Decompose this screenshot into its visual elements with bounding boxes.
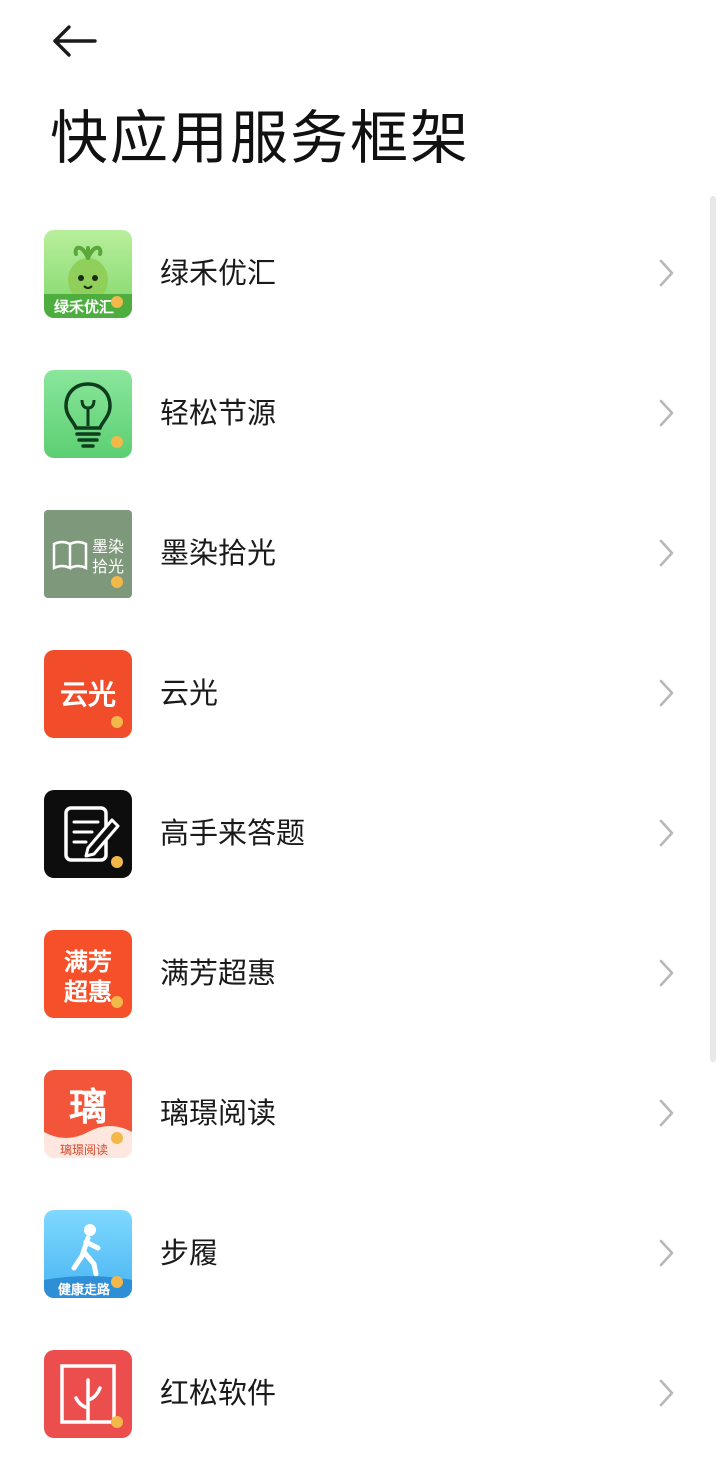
app-label: 满芳超惠 (160, 956, 277, 990)
list-item-hongsong-ruanjian[interactable]: 红松软件 (0, 1325, 720, 1465)
bulv-icon-subtext: 健康走路 (58, 1282, 111, 1298)
app-label: 云光 (160, 676, 219, 710)
list-item-qingsong-jieyuan[interactable]: 轻松节源 (0, 345, 720, 485)
app-label: 墨染拾光 (160, 536, 277, 570)
list-item-moran-shiguang[interactable]: 墨染 拾光 墨染拾光 (0, 485, 720, 625)
yunguang-icon-text: 云光 (60, 678, 116, 711)
chevron-right-icon (652, 1377, 680, 1409)
list-item-bulv[interactable]: 健康走路 步履 (0, 1185, 720, 1325)
manfang-app-icon: 满芳 超惠 (44, 930, 132, 1018)
hongsong-app-icon (44, 1350, 132, 1438)
moran-icon-text-1: 墨染 (92, 537, 124, 556)
page-title: 快应用服务框架 (50, 104, 471, 172)
back-button[interactable] (46, 16, 102, 66)
moran-icon-text-2: 拾光 (92, 557, 124, 576)
arrow-left-icon (53, 25, 97, 57)
chevron-right-icon (652, 257, 680, 289)
chevron-right-icon (652, 677, 680, 709)
list-item-yunguang[interactable]: 云光 云光 (0, 625, 720, 765)
book-app-icon: 墨染 拾光 (44, 510, 132, 598)
notepad-pen-app-icon (44, 790, 132, 878)
lvhe-youhui-icon-text: 绿禾优汇 (54, 298, 114, 316)
manfang-icon-text-2: 超惠 (64, 978, 112, 1006)
app-label: 高手来答题 (160, 816, 306, 850)
app-list: 绿禾优汇 绿禾优汇 轻松节源 墨染 拾光 墨染拾光 云光 云光 高手来答题 满芳… (0, 205, 720, 1465)
lvhe-youhui-app-icon: 绿禾优汇 (44, 230, 132, 318)
chevron-right-icon (652, 957, 680, 989)
chevron-right-icon (652, 537, 680, 569)
list-item-gaoshou-laidati[interactable]: 高手来答题 (0, 765, 720, 905)
app-label: 步履 (160, 1236, 219, 1270)
lijing-app-icon: 璃 璃璟阅读 (44, 1070, 132, 1158)
list-item-lijing-yuedu[interactable]: 璃 璃璟阅读 璃璟阅读 (0, 1045, 720, 1185)
yunguang-app-icon: 云光 (44, 650, 132, 738)
chevron-right-icon (652, 1097, 680, 1129)
manfang-icon-text-1: 满芳 (64, 948, 112, 976)
app-label: 璃璟阅读 (160, 1096, 277, 1130)
chevron-right-icon (652, 397, 680, 429)
lightbulb-app-icon (44, 370, 132, 458)
lijing-icon-subtext: 璃璟阅读 (60, 1143, 108, 1157)
list-item-lvhe-youhui[interactable]: 绿禾优汇 绿禾优汇 (0, 205, 720, 345)
chevron-right-icon (652, 817, 680, 849)
list-item-manfang-chaohui[interactable]: 满芳 超惠 满芳超惠 (0, 905, 720, 1045)
app-label: 轻松节源 (160, 396, 277, 430)
lijing-icon-text: 璃 (69, 1085, 107, 1129)
walking-app-icon: 健康走路 (44, 1210, 132, 1298)
app-label: 红松软件 (160, 1376, 277, 1410)
chevron-right-icon (652, 1237, 680, 1269)
app-label: 绿禾优汇 (160, 256, 277, 290)
